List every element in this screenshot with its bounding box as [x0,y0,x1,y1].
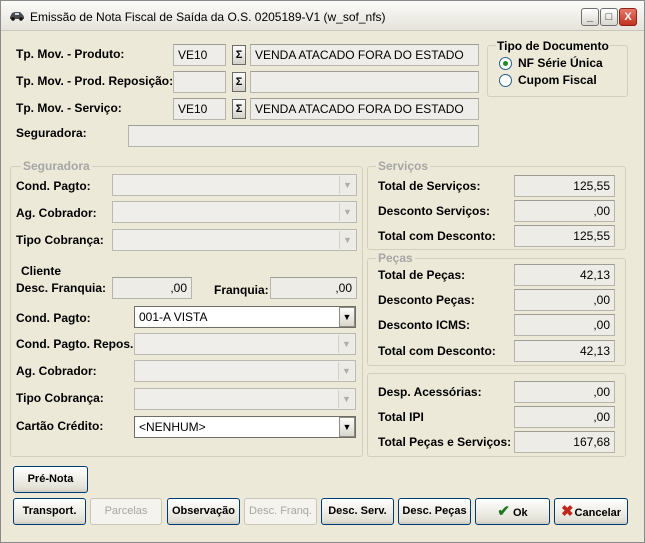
desc-serv-button[interactable]: Desc. Serv. [321,498,394,525]
total-pecas-field: 42,13 [514,264,615,286]
acessorias-field: ,00 [514,381,615,403]
reposicao-code-field[interactable] [173,71,226,93]
produto-code-field[interactable]: VE10 [173,44,226,66]
produto-lookup-button[interactable]: Σ [232,45,246,65]
cli-cond-pagto-repos-select[interactable]: ▼ [134,333,356,355]
car-icon [10,12,24,21]
chevron-down-icon[interactable]: ▼ [339,176,355,194]
seguradora-group-title: Seguradora [21,159,92,173]
cartao-value: <NENHUM> [139,420,206,434]
produto-desc-field: VENDA ATACADO FORA DO ESTADO [250,44,479,66]
chevron-down-icon[interactable]: ▼ [338,335,354,353]
total-pecas-servicos-field: 167,68 [514,431,615,453]
produto-label: Tp. Mov. - Produto: [16,47,125,61]
minimize-button[interactable]: _ [581,8,599,26]
seg-ag-cobrador-select[interactable]: ▼ [112,201,357,223]
seguradora-label: Seguradora: [16,126,87,140]
transport-button[interactable]: Transport. [13,498,86,525]
desc-franquia-field[interactable]: ,00 [112,277,192,299]
ok-label: Ok [512,507,528,519]
seg-cond-pagto-select[interactable]: ▼ [112,174,357,196]
cli-ag-cobrador-select[interactable]: ▼ [134,360,356,382]
total-ipi-field: ,00 [514,406,615,428]
pecas-total-desconto-field: 42,13 [514,340,615,362]
desconto-servicos-field: ,00 [514,200,615,222]
desconto-icms-label: Desconto ICMS: [378,318,471,332]
seg-tipo-cobranca-select[interactable]: ▼ [112,229,357,251]
tipo-documento-title: Tipo de Documento [496,39,610,53]
servico-code-field[interactable]: VE10 [173,98,226,120]
cli-cond-pagto-value: 001-A VISTA [139,310,208,324]
cartao-select[interactable]: <NENHUM> ▼ [134,416,356,438]
total-servicos-label: Total de Serviços: [378,179,481,193]
pecas-title: Peças [376,251,415,265]
cartao-label: Cartão Crédito: [16,419,104,433]
seg-ag-cobrador-label: Ag. Cobrador: [16,206,97,220]
cli-cond-pagto-repos-label: Cond. Pagto. Repos.: [16,337,138,351]
servicos-total-desconto-label: Total com Desconto: [378,229,496,243]
total-pecas-label: Total de Peças: [378,268,466,282]
reposicao-lookup-button[interactable]: Σ [232,72,246,92]
parcelas-button[interactable]: Parcelas [90,498,162,525]
desconto-pecas-label: Desconto Peças: [378,293,475,307]
franquia-field[interactable]: ,00 [270,277,357,299]
nf-serie-unica-radio[interactable] [499,57,512,70]
chevron-down-icon[interactable]: ▼ [339,307,355,327]
seg-cond-pagto-label: Cond. Pagto: [16,179,91,193]
cupom-fiscal-radio[interactable] [499,74,512,87]
servicos-total-desconto-field: 125,55 [514,225,615,247]
chevron-down-icon[interactable]: ▼ [339,231,355,249]
acessorias-label: Desp. Acessórias: [378,385,482,399]
reposicao-desc-field [250,71,479,93]
title-bar[interactable]: Emissão de Nota Fiscal de Saída da O.S. … [1,1,644,31]
total-servicos-field: 125,55 [514,175,615,197]
chevron-down-icon[interactable]: ▼ [339,203,355,221]
check-icon: ✔ [497,503,510,520]
seg-tipo-cobranca-label: Tipo Cobrança: [16,233,104,247]
ok-button[interactable]: ✔ Ok [475,498,550,525]
cli-cond-pagto-select[interactable]: 001-A VISTA ▼ [134,306,356,328]
nf-serie-unica-label[interactable]: NF Série Única [518,56,603,70]
desc-franquia-label: Desc. Franquia: [16,281,107,295]
chevron-down-icon[interactable]: ▼ [339,417,355,437]
reposicao-label: Tp. Mov. - Prod. Reposição: [16,74,174,88]
servicos-title: Serviços [376,159,431,173]
desconto-servicos-label: Desconto Serviços: [378,204,491,218]
franquia-label: Franquia: [214,283,269,297]
seguradora-field[interactable] [128,125,479,147]
servico-desc-field: VENDA ATACADO FORA DO ESTADO [250,98,479,120]
pre-nota-button[interactable]: Pré-Nota [13,466,88,493]
cancelar-button[interactable]: ✖Cancelar [554,498,628,525]
cancel-x-icon: ✖ [560,503,574,520]
desc-franq-button[interactable]: Desc. Franq. [244,498,317,525]
servico-label: Tp. Mov. - Serviço: [16,101,122,115]
cli-ag-cobrador-label: Ag. Cobrador: [16,364,97,378]
cli-tipo-cobranca-label: Tipo Cobrança: [16,391,104,405]
close-button[interactable]: X [619,8,637,26]
desconto-icms-field: ,00 [514,314,615,336]
cli-tipo-cobranca-select[interactable]: ▼ [134,388,356,410]
cupom-fiscal-label[interactable]: Cupom Fiscal [518,73,597,87]
chevron-down-icon[interactable]: ▼ [338,362,354,380]
total-ipi-label: Total IPI [378,410,424,424]
cli-cond-pagto-label: Cond. Pagto: [16,311,91,325]
window-title: Emissão de Nota Fiscal de Saída da O.S. … [30,10,386,24]
main-window: Emissão de Nota Fiscal de Saída da O.S. … [0,0,645,543]
desconto-pecas-field: ,00 [514,289,615,311]
total-pecas-servicos-label: Total Peças e Serviços: [378,435,512,449]
observacao-button[interactable]: Observação [167,498,240,525]
chevron-down-icon[interactable]: ▼ [338,390,354,408]
cancelar-label: Cancelar [574,507,622,519]
desc-pecas-button[interactable]: Desc. Peças [398,498,471,525]
pecas-total-desconto-label: Total com Desconto: [378,344,496,358]
maximize-button[interactable]: □ [600,8,618,26]
cliente-group-title: Cliente [21,264,62,278]
servico-lookup-button[interactable]: Σ [232,99,246,119]
